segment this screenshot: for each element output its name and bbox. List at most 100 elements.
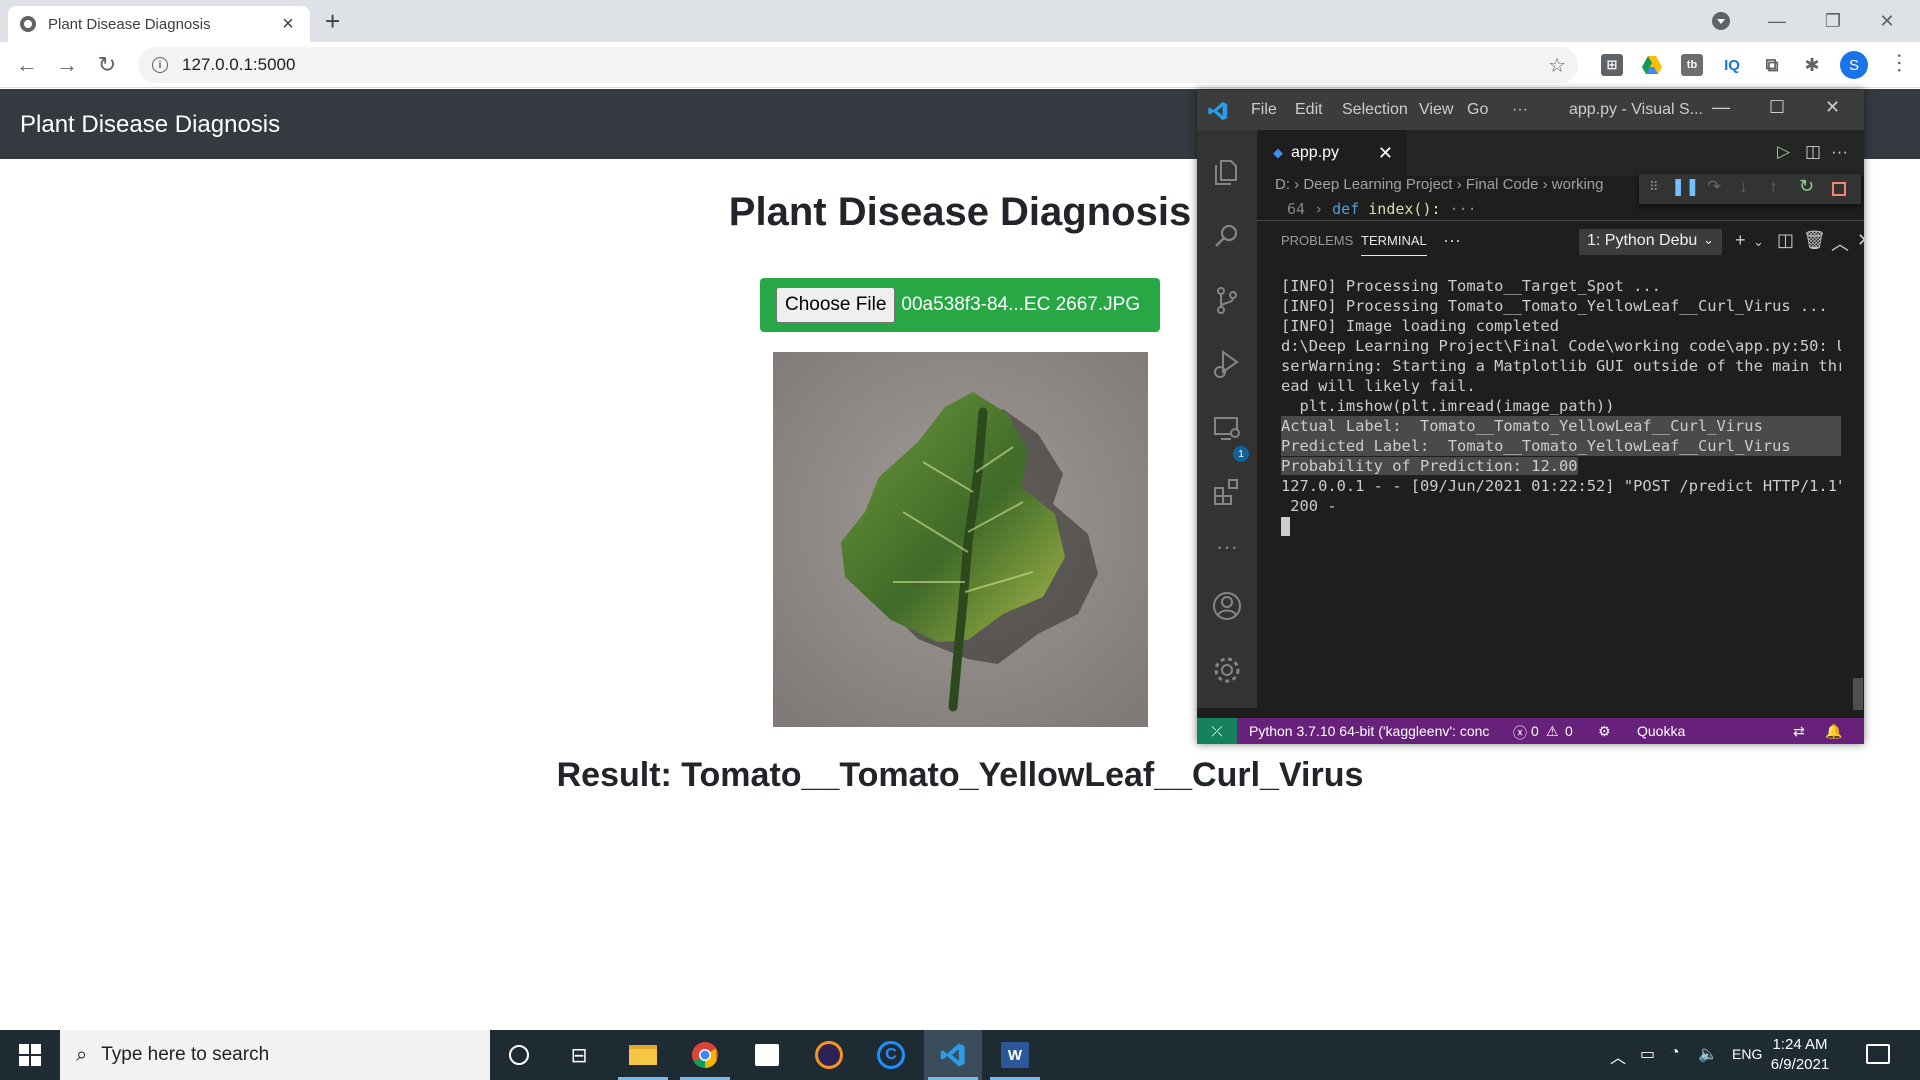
tab-search-icon[interactable]: [1712, 12, 1730, 30]
step-over-icon[interactable]: ↷: [1707, 177, 1721, 197]
profile-avatar[interactable]: S: [1840, 51, 1868, 79]
split-terminal-icon[interactable]: ◫: [1777, 230, 1794, 251]
input-language[interactable]: ENG: [1732, 1046, 1762, 1062]
warning-icon[interactable]: ⚠: [1546, 723, 1559, 740]
panel-more-icon[interactable]: ···: [1443, 230, 1461, 251]
word-icon[interactable]: W: [986, 1030, 1044, 1080]
notifications-bell-icon[interactable]: 🔔: [1825, 723, 1842, 740]
system-clock[interactable]: 1:24 AM 6/9/2021: [1760, 1035, 1840, 1075]
vscode-maximize-icon[interactable]: ☐: [1769, 97, 1785, 118]
navbar-brand[interactable]: Plant Disease Diagnosis: [20, 111, 280, 139]
show-hidden-icons-icon[interactable]: ︿: [1610, 1044, 1626, 1068]
extensions-puzzle-icon[interactable]: ✱: [1801, 54, 1823, 76]
fold-chevron-icon[interactable]: ›: [1314, 200, 1332, 216]
new-tab-button[interactable]: +: [325, 6, 340, 36]
menu-file[interactable]: File: [1251, 101, 1277, 119]
maximize-panel-icon[interactable]: ︿: [1831, 230, 1849, 256]
restore-icon[interactable]: ❐: [1808, 0, 1858, 42]
copy-extension-icon[interactable]: ⧉: [1761, 54, 1783, 76]
source-control-icon[interactable]: [1211, 284, 1243, 316]
address-bar[interactable]: i 127.0.0.1:5000 ☆: [138, 47, 1578, 83]
error-icon[interactable]: ⓧ: [1513, 723, 1527, 743]
back-icon[interactable]: ←: [12, 50, 42, 80]
site-info-icon[interactable]: i: [152, 57, 168, 73]
iq-extension-icon[interactable]: IQ: [1721, 54, 1743, 76]
browser-menu-icon[interactable]: ···: [1888, 52, 1913, 74]
reload-icon[interactable]: ↻: [92, 50, 122, 80]
file-explorer-icon[interactable]: [614, 1030, 672, 1080]
network-icon[interactable]: ◔: [1670, 1044, 1680, 1062]
warning-count[interactable]: 0: [1565, 723, 1573, 739]
task-view-icon[interactable]: ⊟: [550, 1030, 608, 1080]
menu-selection[interactable]: Selection: [1342, 101, 1408, 119]
step-into-icon[interactable]: ↓: [1739, 177, 1748, 197]
restart-icon[interactable]: ↻: [1799, 176, 1814, 197]
new-terminal-icon[interactable]: +: [1735, 230, 1746, 251]
explorer-icon[interactable]: [1211, 156, 1243, 188]
drag-handle-icon[interactable]: ⠿: [1649, 179, 1659, 195]
python-interpreter[interactable]: Python 3.7.10 64-bit ('kaggleenv': conc: [1249, 723, 1489, 739]
bookmark-star-icon[interactable]: ☆: [1548, 53, 1566, 78]
remote-explorer-icon[interactable]: [1211, 412, 1243, 444]
store-icon[interactable]: [738, 1030, 796, 1080]
menu-more[interactable]: ···: [1512, 101, 1528, 119]
search-icon[interactable]: [1211, 220, 1243, 252]
chrome-icon[interactable]: [676, 1030, 734, 1080]
tab-terminal[interactable]: TERMINAL: [1361, 233, 1427, 256]
activity-bar: 1 ···: [1197, 130, 1257, 708]
taskbar-search[interactable]: ⌕ Type here to search: [60, 1030, 490, 1080]
trash-icon[interactable]: 🗑: [1803, 230, 1826, 251]
error-count[interactable]: 0: [1531, 723, 1539, 739]
close-tab-icon[interactable]: ×: [278, 13, 298, 36]
terminal-scrollbar[interactable]: [1853, 678, 1863, 710]
terminal-dropdown-icon[interactable]: ⌄: [1753, 234, 1764, 250]
menu-go[interactable]: Go: [1467, 101, 1488, 119]
volume-icon[interactable]: 🔈: [1698, 1044, 1718, 1064]
close-panel-icon[interactable]: ✕: [1857, 230, 1864, 251]
vscode-taskbar-icon[interactable]: [924, 1030, 982, 1080]
live-share-icon[interactable]: ⇄: [1793, 723, 1805, 740]
run-file-icon[interactable]: ▷: [1777, 142, 1790, 162]
extensions-icon[interactable]: [1211, 476, 1243, 508]
split-editor-icon[interactable]: ◫: [1805, 142, 1821, 162]
close-tab-icon[interactable]: ✕: [1378, 143, 1393, 164]
forward-icon[interactable]: →: [52, 50, 82, 80]
vscode-window[interactable]: File Edit Selection View Go ··· app.py -…: [1197, 90, 1864, 744]
remote-indicator-icon[interactable]: ⤫: [1197, 718, 1237, 744]
editor-more-icon[interactable]: ···: [1831, 142, 1848, 162]
stop-icon[interactable]: [1832, 182, 1846, 196]
menu-view[interactable]: View: [1419, 101, 1453, 119]
start-button[interactable]: [0, 1030, 60, 1080]
terminal-output[interactable]: [INFO] Processing Tomato__Target_Spot ..…: [1281, 276, 1841, 536]
minimize-icon[interactable]: —: [1752, 0, 1802, 42]
manage-gear-icon[interactable]: [1211, 654, 1243, 686]
google-drive-icon[interactable]: [1641, 54, 1663, 76]
pause-icon[interactable]: ❚❚: [1671, 177, 1700, 197]
eclipse-icon[interactable]: [800, 1030, 858, 1080]
more-views-icon[interactable]: ···: [1211, 534, 1243, 566]
browser-tab[interactable]: Plant Disease Diagnosis ×: [8, 6, 310, 42]
run-debug-icon[interactable]: [1211, 348, 1243, 380]
vscode-close-icon[interactable]: ✕: [1825, 97, 1840, 118]
step-out-icon[interactable]: ↑: [1769, 177, 1778, 197]
browser-toolbar: ← → ↻ i 127.0.0.1:5000 ☆ ⊞ tb IQ ⧉ ✱ S ·…: [0, 42, 1920, 88]
line-number: 64: [1287, 200, 1306, 216]
tab-app-py[interactable]: ◆ app.py ✕: [1257, 130, 1407, 176]
vscode-minimize-icon[interactable]: —: [1712, 97, 1730, 118]
debug-status-icon[interactable]: ⚙: [1598, 723, 1611, 740]
close-window-icon[interactable]: ✕: [1862, 0, 1912, 42]
cortana-icon[interactable]: [490, 1030, 548, 1080]
extension-icon-3[interactable]: tb: [1681, 54, 1703, 76]
file-upload-form[interactable]: Choose File 00a538f3-84...EC 2667.JPG: [760, 278, 1160, 332]
app-c-icon[interactable]: C: [862, 1030, 920, 1080]
quokka-status[interactable]: Quokka: [1637, 723, 1685, 739]
menu-edit[interactable]: Edit: [1295, 101, 1323, 119]
accounts-icon[interactable]: [1211, 590, 1243, 622]
code-line[interactable]: 64 › def index(): ···: [1257, 200, 1864, 216]
action-center-icon[interactable]: [1866, 1044, 1890, 1064]
battery-icon[interactable]: ▭: [1640, 1044, 1655, 1064]
terminal-select[interactable]: 1: Python Debu ⌄: [1579, 229, 1722, 255]
extension-icon-1[interactable]: ⊞: [1601, 54, 1623, 76]
tab-problems[interactable]: PROBLEMS: [1281, 233, 1353, 248]
choose-file-button[interactable]: Choose File: [776, 287, 896, 323]
